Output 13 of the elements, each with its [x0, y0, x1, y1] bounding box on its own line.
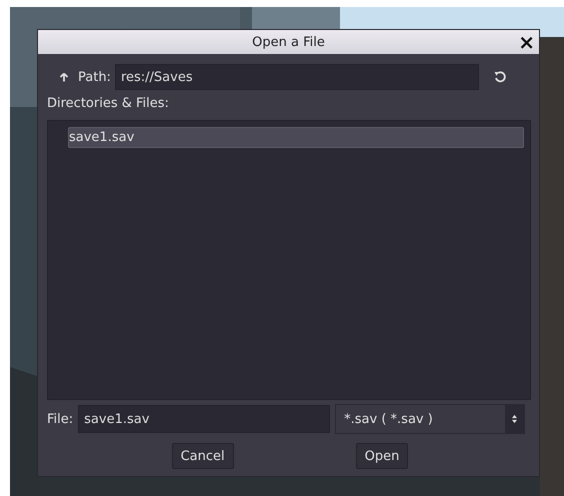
close-button[interactable]: × — [516, 32, 537, 52]
list-label: Directories & Files: — [47, 95, 170, 113]
file-item[interactable]: save1.sav — [68, 127, 524, 148]
cancel-button[interactable]: Cancel — [172, 443, 234, 469]
file-name-field[interactable]: save1.sav — [78, 405, 330, 433]
open-button[interactable]: Open — [356, 443, 408, 469]
file-label: File: — [47, 412, 74, 426]
window-title: Open a File — [252, 34, 325, 50]
refresh-icon[interactable] — [492, 70, 507, 84]
up-arrow-icon[interactable] — [59, 72, 69, 82]
path-field[interactable]: res://Saves — [114, 64, 479, 90]
path-label: Path: — [78, 70, 111, 84]
filter-dropdown[interactable]: *.sav ( *.sav ) — [335, 404, 526, 434]
